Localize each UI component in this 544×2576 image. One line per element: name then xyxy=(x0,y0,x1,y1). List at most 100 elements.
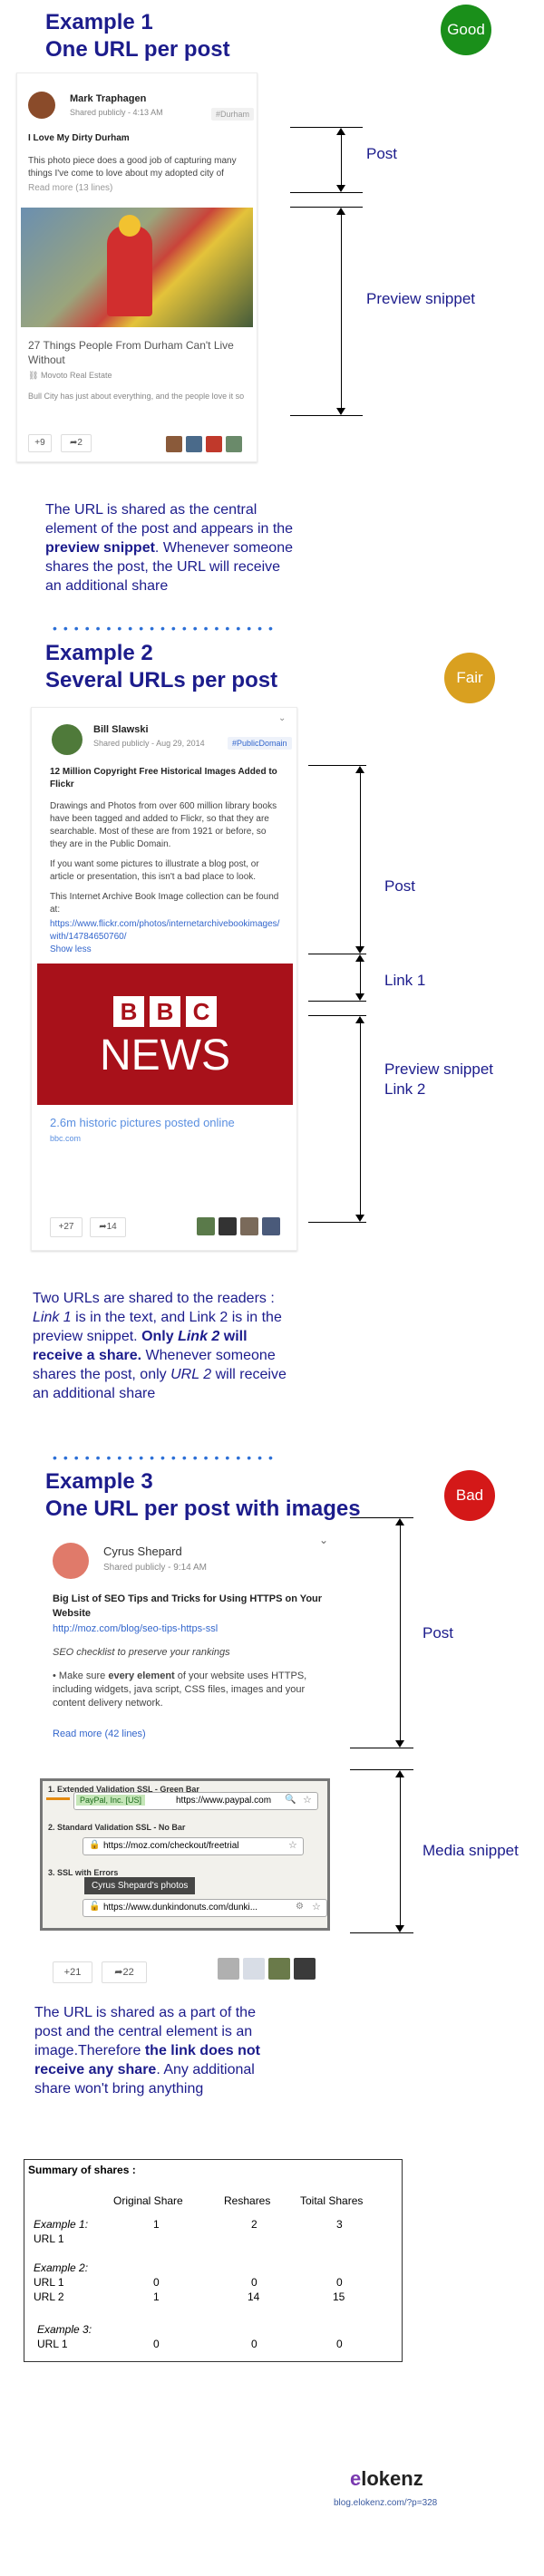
avatar[interactable] xyxy=(52,724,83,755)
arrow-down-icon xyxy=(355,993,364,1001)
ev-url: https://www.paypal.com xyxy=(176,1796,272,1806)
arrow-up-icon xyxy=(355,766,364,773)
read-more-link[interactable]: Read more (13 lines) xyxy=(28,182,112,195)
avatar[interactable] xyxy=(28,92,55,119)
col-original-share: Original Share xyxy=(113,2194,183,2207)
arrow-down-icon xyxy=(355,946,364,954)
share-button[interactable]: ➦14 xyxy=(90,1217,126,1237)
plus-one-button[interactable]: +27 xyxy=(50,1217,83,1237)
arrow-up-icon xyxy=(395,1518,404,1525)
preview-image[interactable] xyxy=(21,208,253,327)
reshare-avatar[interactable] xyxy=(166,436,182,452)
reshare-avatar[interactable] xyxy=(243,1958,265,1980)
bracket-line xyxy=(350,1932,413,1933)
gear-icon: ⚙ xyxy=(296,1902,304,1912)
article-link[interactable]: http://moz.com/blog/seo-tips-https-ssl xyxy=(53,1622,218,1635)
reshare-avatar[interactable] xyxy=(206,436,222,452)
preview-source: bbc.com xyxy=(50,1134,82,1143)
link-1[interactable]: https://www.flickr.com/photos/internetar… xyxy=(50,918,286,944)
reshare-avatar[interactable] xyxy=(219,1217,237,1235)
post-text: If you want some pictures to illustrate … xyxy=(50,859,259,882)
arrow-up-icon xyxy=(336,208,345,215)
arrow-up-icon xyxy=(336,128,345,135)
col-reshares: Reshares xyxy=(224,2194,271,2207)
share-button[interactable]: ➦22 xyxy=(102,1961,147,1983)
media-span-line xyxy=(400,1777,401,1925)
reshare-avatar[interactable] xyxy=(226,436,242,452)
arrow-down-icon xyxy=(395,1740,404,1748)
reshare-avatar[interactable] xyxy=(240,1217,258,1235)
label-link-2: Link 2 xyxy=(384,1080,426,1098)
author-name[interactable]: Cyrus Shepard xyxy=(103,1545,182,1558)
address-bar-standard: 🔒 https://moz.com/checkout/freetrial ☆ xyxy=(83,1837,304,1855)
hashtag[interactable]: #PublicDomain xyxy=(228,737,292,750)
row-label-url: URL 1 xyxy=(37,2338,68,2350)
logo-e: e xyxy=(350,2467,362,2490)
preview-title[interactable]: 2.6m historic pictures posted online xyxy=(50,1116,235,1129)
post-text: • Make sure every element of your websit… xyxy=(53,1671,307,1709)
label-preview-snippet: Preview snippet xyxy=(384,1060,494,1078)
elokenz-logo[interactable]: elokenz xyxy=(350,2467,423,2491)
plus-one-button[interactable]: +9 xyxy=(28,434,52,452)
label-post: Post xyxy=(423,1624,454,1641)
bracket-line xyxy=(290,127,363,128)
cell-value: 0 xyxy=(251,2276,257,2289)
cell-value: 1 xyxy=(153,2290,160,2303)
post-span-line xyxy=(341,134,342,185)
arrow-down-icon xyxy=(336,408,345,415)
row-label-example-1: Example 1: xyxy=(34,2218,89,2231)
address-bar-error: 🔓 https://www.dunkindonuts.com/dunki... … xyxy=(83,1899,327,1917)
example-1-title: Example 1 One URL per post xyxy=(45,10,230,62)
post-card-2: ⌄ Bill Slawski Shared publicly - Aug 29,… xyxy=(31,707,297,1251)
reshare-avatar[interactable] xyxy=(294,1958,316,1980)
preview-title[interactable]: 27 Things People From Durham Can't Live … xyxy=(28,338,246,367)
author-name[interactable]: Mark Traphagen xyxy=(70,93,146,104)
share-button[interactable]: ➦2 xyxy=(61,434,92,452)
post-text: This photo piece does a good job of capt… xyxy=(28,156,237,179)
plus-one-button[interactable]: +21 xyxy=(53,1961,92,1983)
cell-value: 3 xyxy=(336,2218,343,2231)
footer-url[interactable]: blog.elokenz.com/?p=328 xyxy=(334,2498,437,2508)
label-media-snippet: Media snippet xyxy=(423,1842,519,1859)
reshare-avatar[interactable] xyxy=(218,1958,239,1980)
reshare-avatar[interactable] xyxy=(268,1958,290,1980)
author-name[interactable]: Bill Slawski xyxy=(93,724,149,735)
preview-source: ⛓ Movoto Real Estate xyxy=(28,371,112,380)
preview-span-line xyxy=(341,214,342,408)
link1-span-line xyxy=(360,961,361,993)
example-3-title: Example 3 One URL per post with images xyxy=(45,1469,361,1521)
separator-dots: ••••••••••••••••••••• xyxy=(53,1450,279,1465)
photo-figure xyxy=(107,226,152,316)
ssl-media-image[interactable]: 1. Extended Validation SSL - Green Bar P… xyxy=(40,1778,330,1931)
read-more-link[interactable]: Read more (42 lines) xyxy=(53,1728,146,1740)
arrow-down-icon xyxy=(355,1215,364,1222)
example-2-description: Two URLs are shared to the readers : Lin… xyxy=(33,1291,287,1401)
summary-title: Summary of shares : xyxy=(28,2164,136,2176)
bracket-line xyxy=(290,207,363,208)
bracket-line xyxy=(290,192,363,193)
preview-desc: Bull City has just about everything, and… xyxy=(28,392,245,401)
star-icon: ☆ xyxy=(288,1840,297,1851)
link-icon: ⛓ xyxy=(28,371,39,380)
avatar[interactable] xyxy=(53,1543,89,1579)
arrow-up-icon xyxy=(355,954,364,962)
ev-badge: PayPal, Inc. [US] xyxy=(76,1795,146,1806)
reshare-avatar[interactable] xyxy=(262,1217,280,1235)
show-less-link[interactable]: Show less xyxy=(50,944,92,956)
reshare-avatar[interactable] xyxy=(186,436,202,452)
chevron-down-icon[interactable]: ⌄ xyxy=(278,713,286,723)
post-card-3: ⌄ Cyrus Shepard Shared publicly - 9:14 A… xyxy=(36,1532,335,1767)
label-preview-snippet: Preview snippet xyxy=(366,290,476,307)
ssl-heading-2: 2. Standard Validation SSL - No Bar xyxy=(48,1823,186,1832)
bracket-line xyxy=(308,1001,366,1002)
example-1-description: The URL is shared as the central element… xyxy=(45,502,294,594)
chevron-down-icon[interactable]: ⌄ xyxy=(319,1534,328,1546)
search-icon: 🔍 xyxy=(285,1795,296,1805)
hashtag[interactable]: #Durham xyxy=(211,108,255,121)
bbc-news-preview-image[interactable]: B B C NEWS xyxy=(37,964,293,1105)
arrow-up-icon xyxy=(395,1770,404,1777)
post-italic-text: SEO checklist to preserve your rankings xyxy=(53,1647,230,1658)
reshare-avatar[interactable] xyxy=(197,1217,215,1235)
label-post: Post xyxy=(384,877,416,895)
row-label-example-2: Example 2: xyxy=(34,2261,89,2274)
